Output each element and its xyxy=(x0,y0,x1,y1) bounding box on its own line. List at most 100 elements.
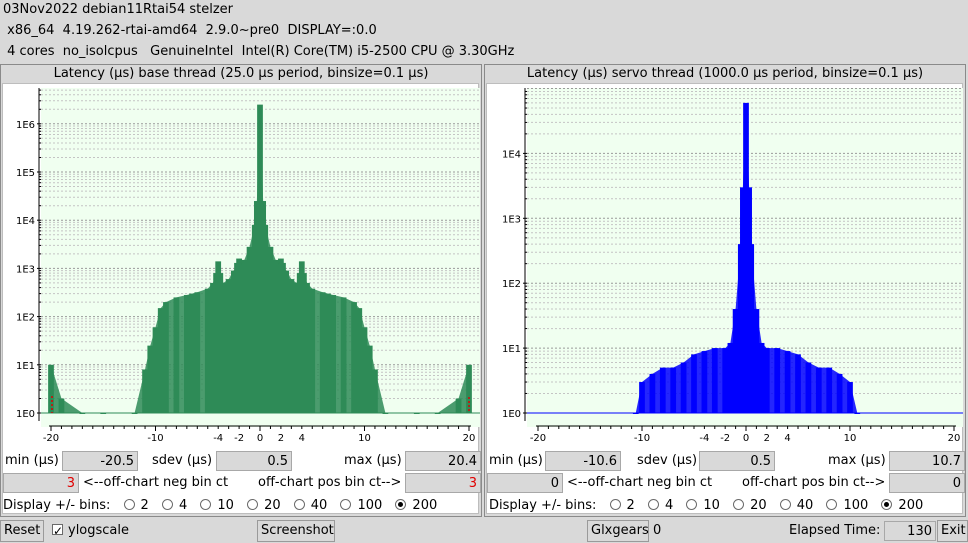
base-min-label: min (µs) xyxy=(5,453,59,468)
servo-y-tick-label: 1E4 xyxy=(502,149,521,160)
ylogscale-toggle[interactable]: ylogscale xyxy=(52,521,129,543)
base-y-tick-label: 1E2 xyxy=(16,313,35,324)
glxgears-button[interactable]: Glxgears xyxy=(587,520,649,542)
radio-icon[interactable] xyxy=(647,499,659,510)
screenshot-button[interactable]: Screenshot xyxy=(257,520,335,542)
radio-icon[interactable] xyxy=(123,499,135,510)
servo-x-tick-label: 10 xyxy=(844,433,857,444)
base-bin-option-40[interactable]: 40 xyxy=(293,497,327,515)
servo-x-tick-label: -4 xyxy=(699,433,709,444)
radio-icon[interactable] xyxy=(609,499,621,510)
base-min-value: -20.5 xyxy=(62,451,138,471)
ylogscale-label: ylogscale xyxy=(68,523,130,538)
exit-button[interactable]: Exit xyxy=(937,520,968,542)
base-x-tick-label: 10 xyxy=(358,433,371,444)
base-y-tick-label: 1E5 xyxy=(16,168,35,179)
radio-icon[interactable] xyxy=(686,499,698,510)
glxgears-value: 0 xyxy=(653,523,662,538)
base-chart-title: Latency (µs) base thread (25.0 µs period… xyxy=(53,66,429,81)
base-x-tick-label: 20 xyxy=(463,433,476,444)
servo-bin-option-2[interactable]: 2 xyxy=(609,497,635,515)
base-y-tick-label: 1E0 xyxy=(16,409,35,420)
base-x-tick-label: -10 xyxy=(147,433,163,444)
base-sdev-label: sdev (µs) xyxy=(152,453,213,468)
base-y-tick-label: 1E4 xyxy=(16,216,35,227)
base-bin-option-20[interactable]: 20 xyxy=(247,497,281,515)
base-sdev-value: 0.5 xyxy=(216,451,292,471)
base-neg-label: <--off-chart neg bin ct xyxy=(83,475,229,490)
base-bins-selector: Display +/- bins: 2 4 10 20 40 100 200 xyxy=(3,497,437,515)
servo-thread-panel: Latency (µs) servo thread (1000.0 µs per… xyxy=(484,64,966,517)
base-bin-option-2[interactable]: 2 xyxy=(123,497,149,515)
elapsed-time-value: 130 xyxy=(884,521,936,541)
base-x-tick-label: 4 xyxy=(299,433,305,444)
base-x-tick-label: -2 xyxy=(234,433,244,444)
radio-icon[interactable] xyxy=(779,499,791,510)
base-bins-label: Display +/- bins: xyxy=(3,498,111,513)
base-y-tick-label: 1E6 xyxy=(16,120,35,131)
radio-icon[interactable] xyxy=(200,499,212,510)
radio-icon[interactable] xyxy=(733,499,745,510)
kernel-info: x86_64 4.19.262-rtai-amd64 2.9.0~pre0 DI… xyxy=(3,23,377,38)
radio-icon[interactable] xyxy=(161,499,173,510)
radio-icon[interactable] xyxy=(247,499,259,510)
base-x-tick-label: 2 xyxy=(278,433,284,444)
servo-pos-count: 0 xyxy=(889,473,965,493)
servo-chart-title: Latency (µs) servo thread (1000.0 µs per… xyxy=(526,66,924,81)
base-bin-option-10[interactable]: 10 xyxy=(200,497,234,515)
radio-icon[interactable] xyxy=(826,499,838,510)
base-thread-panel: Latency (µs) base thread (25.0 µs period… xyxy=(0,64,482,517)
base-pos-count: 3 xyxy=(405,473,481,493)
radio-icon[interactable] xyxy=(340,499,352,510)
servo-sdev-value: 0.5 xyxy=(699,451,775,471)
base-x-tick-label: -20 xyxy=(43,433,59,444)
base-x-tick-label: 0 xyxy=(257,433,263,444)
base-max-label: max (µs) xyxy=(344,453,402,468)
base-bin-option-200[interactable]: 200 xyxy=(395,497,437,515)
base-pos-label: off-chart pos bin ct--> xyxy=(258,475,402,490)
servo-bin-option-100[interactable]: 100 xyxy=(826,497,868,515)
servo-neg-label: <--off-chart neg bin ct xyxy=(567,475,713,490)
servo-bin-option-200[interactable]: 200 xyxy=(881,497,923,515)
servo-bin-option-10[interactable]: 10 xyxy=(686,497,720,515)
servo-bins-label: Display +/- bins: xyxy=(489,498,597,513)
checkbox-checked-icon[interactable] xyxy=(52,521,63,541)
servo-min-label: min (µs) xyxy=(489,453,543,468)
servo-x-tick-label: -10 xyxy=(634,433,650,444)
base-y-tick-label: 1E3 xyxy=(16,264,35,275)
servo-y-tick-label: 1E1 xyxy=(502,344,521,355)
servo-y-tick-label: 1E3 xyxy=(502,214,521,225)
radio-selected-icon[interactable] xyxy=(395,499,407,510)
servo-max-label: max (µs) xyxy=(828,453,886,468)
servo-x-tick-label: -20 xyxy=(530,433,546,444)
radio-selected-icon[interactable] xyxy=(881,499,893,510)
servo-x-tick-label: 2 xyxy=(764,433,770,444)
radio-icon[interactable] xyxy=(293,499,305,510)
base-x-tick-label: -4 xyxy=(213,433,223,444)
servo-y-tick-label: 1E0 xyxy=(502,409,521,420)
base-neg-count: 3 xyxy=(3,473,79,493)
servo-bin-option-40[interactable]: 40 xyxy=(779,497,813,515)
servo-sdev-label: sdev (µs) xyxy=(637,453,698,468)
elapsed-time-label: Elapsed Time: xyxy=(789,523,881,538)
reset-button[interactable]: Reset xyxy=(0,520,44,542)
servo-bin-option-4[interactable]: 4 xyxy=(647,497,673,515)
host-title: 03Nov2022 debian11Rtai54 stelzer xyxy=(3,2,234,17)
servo-histogram: 1E0 1E1 1E2 1E3 1E4 -20 -10 -4 -2 0 2 4 10 20 xyxy=(486,83,963,514)
servo-y-tick-label: 1E2 xyxy=(502,279,521,290)
servo-bins-selector: Display +/- bins: 2 4 10 20 40 100 200 xyxy=(489,497,923,515)
servo-pos-label: off-chart pos bin ct--> xyxy=(742,475,886,490)
servo-x-tick-label: -2 xyxy=(720,433,730,444)
servo-x-tick-label: 0 xyxy=(743,433,749,444)
base-bin-option-4[interactable]: 4 xyxy=(161,497,187,515)
servo-x-tick-label: 4 xyxy=(784,433,790,444)
base-max-value: 20.4 xyxy=(405,451,481,471)
servo-neg-count: 0 xyxy=(487,473,563,493)
servo-bin-option-20[interactable]: 20 xyxy=(733,497,767,515)
servo-max-value: 10.7 xyxy=(889,451,965,471)
base-bin-option-100[interactable]: 100 xyxy=(340,497,382,515)
servo-x-tick-label: 20 xyxy=(948,433,961,444)
servo-min-value: -10.6 xyxy=(545,451,621,471)
base-y-tick-label: 1E1 xyxy=(16,361,35,372)
base-histogram: 1E0 1E1 1E2 1E3 1E4 1E5 1E6 -20 -10 -4 -2 0 2 4 10 20 xyxy=(2,83,480,514)
